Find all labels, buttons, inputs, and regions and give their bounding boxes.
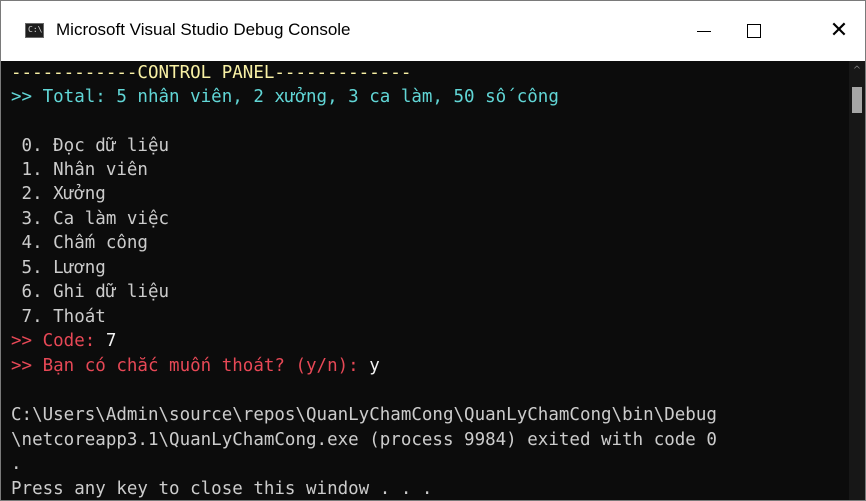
console-output[interactable]: ------------CONTROL PANEL------------- >… xyxy=(1,61,849,500)
control-panel-header: ------------CONTROL PANEL------------- xyxy=(11,63,412,83)
exit-message-line: . xyxy=(11,454,22,474)
minimize-button[interactable] xyxy=(681,1,727,61)
menu-item: 7. Thoát xyxy=(11,307,106,327)
total-summary: >> Total: 5 nhân viên, 2 xưởng, 3 ca làm… xyxy=(11,87,559,107)
maximize-icon xyxy=(747,24,761,38)
exit-message-line: \netcoreapp3.1\QuanLyChamCong.exe (proce… xyxy=(11,430,717,450)
menu-item: 3. Ca làm việc xyxy=(11,209,170,229)
confirm-prompt: >> Bạn có chắc muốn thoát? (y/n): xyxy=(11,356,370,376)
menu-item: 0. Đọc dữ liệu xyxy=(11,136,170,156)
menu-item: 2. Xưởng xyxy=(11,184,106,204)
minimize-icon xyxy=(697,30,711,32)
vertical-scrollbar[interactable]: ^ xyxy=(849,61,865,500)
console-app-icon: C:\ xyxy=(25,23,44,38)
menu-item: 5. Lương xyxy=(11,258,106,278)
console-window: C:\ Microsoft Visual Studio Debug Consol… xyxy=(0,0,866,501)
menu-item: 1. Nhân viên xyxy=(11,160,148,180)
window-title: Microsoft Visual Studio Debug Console xyxy=(56,20,351,39)
confirm-prompt-line: >> Bạn có chắc muốn thoát? (y/n): y xyxy=(11,354,380,378)
maximize-button[interactable] xyxy=(731,1,777,61)
menu-item: 6. Ghi dữ liệu xyxy=(11,282,170,302)
press-any-key-line: Press any key to close this window . . . xyxy=(11,479,433,499)
exit-message-line: C:\Users\Admin\source\repos\QuanLyChamCo… xyxy=(11,405,717,425)
code-value: 7 xyxy=(105,331,117,351)
code-prompt-line: >> Code: 7 xyxy=(11,329,116,353)
confirm-value: y xyxy=(369,356,380,376)
code-prompt: >> Code: xyxy=(11,331,106,351)
menu-item: 4. Chấm công xyxy=(11,233,148,253)
title-bar[interactable]: C:\ Microsoft Visual Studio Debug Consol… xyxy=(1,1,865,61)
scroll-up-arrow-icon[interactable]: ^ xyxy=(849,61,865,79)
scroll-thumb[interactable] xyxy=(852,87,862,113)
close-icon: ✕ xyxy=(829,18,849,43)
close-button[interactable]: ✕ xyxy=(813,1,865,61)
